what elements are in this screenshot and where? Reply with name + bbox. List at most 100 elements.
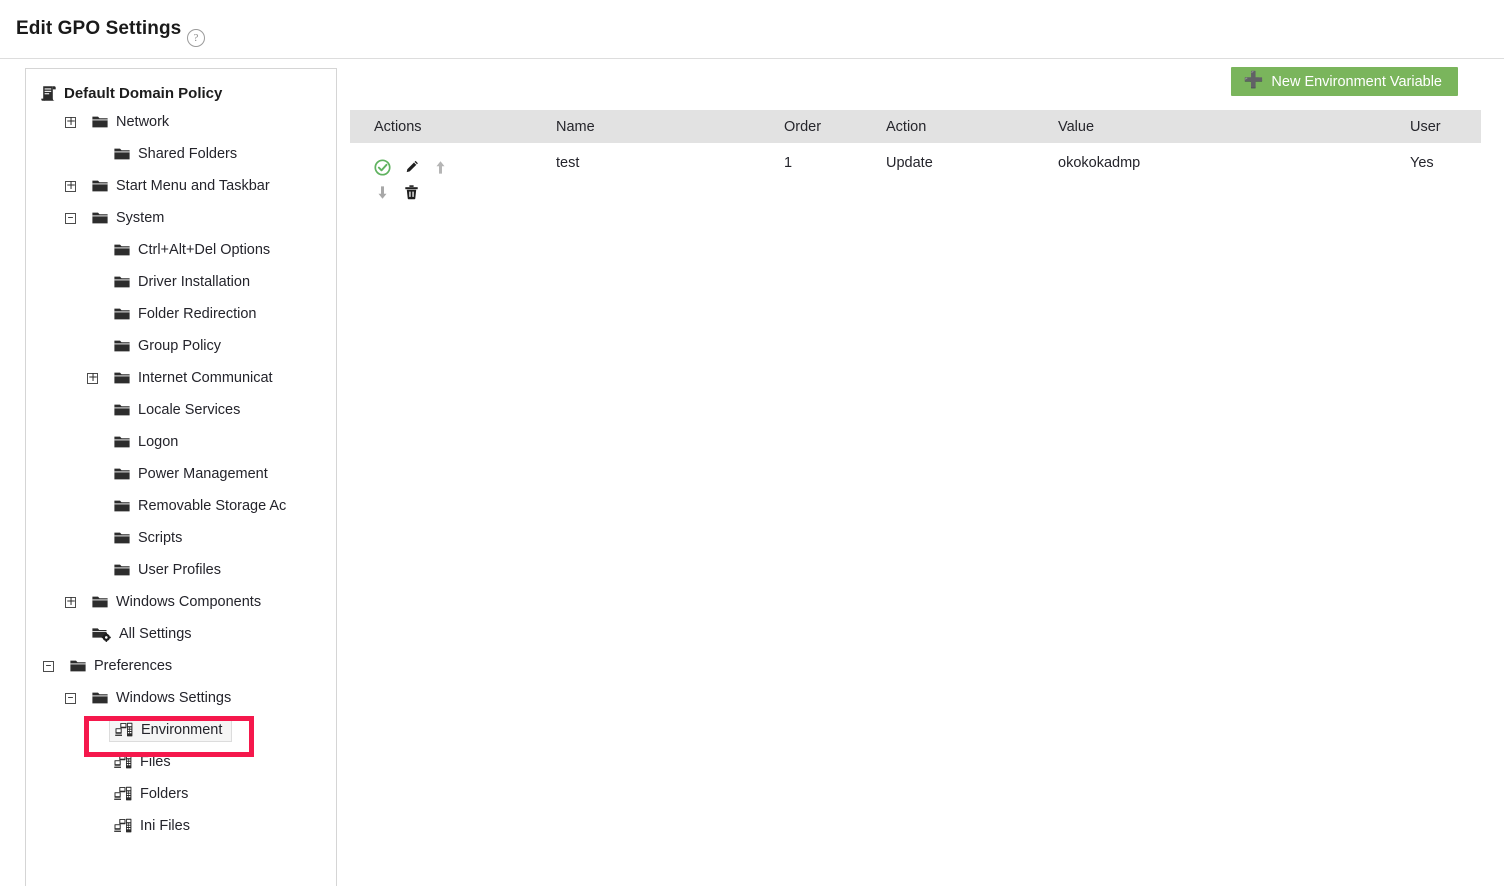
folder-icon xyxy=(114,243,130,257)
help-circle-icon[interactable]: ? xyxy=(187,29,205,47)
tree-item-label: Removable Storage Ac xyxy=(138,498,287,514)
tree-item-scripts[interactable]: Scripts xyxy=(26,522,336,554)
tree-item-driver-installation[interactable]: Driver Installation xyxy=(26,266,336,298)
chevron-collapse-icon[interactable] xyxy=(65,212,76,224)
tree-item-content: Ctrl+Alt+Del Options xyxy=(114,242,270,258)
column-header-order[interactable]: Order xyxy=(760,110,862,143)
main-content: ➕ New Environment Variable Actions Name … xyxy=(350,60,1481,886)
tree-item-system[interactable]: System xyxy=(26,202,336,234)
folder-icon xyxy=(114,275,130,289)
tree-item-folder-redirection[interactable]: Folder Redirection xyxy=(26,298,336,330)
folder-icon xyxy=(114,531,130,545)
tree-item-logon[interactable]: Logon xyxy=(26,426,336,458)
row-actions-cell xyxy=(350,143,532,217)
chevron-expand-icon[interactable] xyxy=(87,372,98,384)
tree-item-content: User Profiles xyxy=(114,562,221,578)
chevron-collapse-icon[interactable] xyxy=(65,692,76,704)
delete-trash-icon[interactable] xyxy=(403,180,432,205)
chevron-collapse-icon[interactable] xyxy=(43,660,54,672)
enable-check-icon[interactable] xyxy=(374,155,403,180)
tree-item-group-policy[interactable]: Group Policy xyxy=(26,330,336,362)
tree-item-label: System xyxy=(116,210,165,226)
tree-item-environment[interactable]: Environment xyxy=(26,714,336,746)
tree-item-label: Windows Settings xyxy=(116,690,232,706)
tree-item-list: Network Shared Folders Start Menu and Task… xyxy=(26,106,336,842)
table-header: Actions Name Order Action Value User xyxy=(350,110,1481,143)
folder-icon xyxy=(92,179,108,193)
tree-item-label: Driver Installation xyxy=(138,274,251,290)
page-header: Edit GPO Settings ? xyxy=(0,0,1504,59)
tree-item-content: Group Policy xyxy=(114,338,221,354)
gpo-tree-panel[interactable]: Default Domain Policy Network Shared Fold… xyxy=(25,68,337,886)
table-row[interactable]: test 1 Update okokokadmp Yes xyxy=(350,143,1481,217)
tree-item-content: Locale Services xyxy=(114,402,240,418)
chevron-expand-icon[interactable] xyxy=(65,116,76,128)
tree-item-ctrl-alt-del-options[interactable]: Ctrl+Alt+Del Options xyxy=(26,234,336,266)
tree-item-power-management[interactable]: Power Management xyxy=(26,458,336,490)
folder-icon xyxy=(92,211,108,225)
folder-icon xyxy=(114,339,130,353)
row-action-icon-group xyxy=(374,155,489,205)
new-environment-variable-button[interactable]: ➕ New Environment Variable xyxy=(1231,67,1458,96)
tree-item-all-settings[interactable]: All Settings xyxy=(26,618,336,650)
column-header-user[interactable]: User xyxy=(1386,110,1481,143)
tree-item-label: Logon xyxy=(138,434,179,450)
tree-item-windows-settings[interactable]: Windows Settings xyxy=(26,682,336,714)
tree-item-label: Ctrl+Alt+Del Options xyxy=(138,242,271,258)
chevron-expand-icon[interactable] xyxy=(65,180,76,192)
folder-icon xyxy=(92,115,108,129)
tree-item-content: Files xyxy=(114,754,171,770)
tree-item-ini-files[interactable]: Ini Files xyxy=(26,810,336,842)
tree-item-content: Ini Files xyxy=(114,818,190,834)
tree-item-content: Scripts xyxy=(114,530,182,546)
tree-item-content: System xyxy=(92,210,164,226)
table-body: test 1 Update okokokadmp Yes xyxy=(350,143,1481,217)
folder-icon xyxy=(92,595,108,609)
computers-icon xyxy=(114,786,132,802)
table-header-row: Actions Name Order Action Value User xyxy=(350,110,1481,143)
move-up-icon[interactable] xyxy=(432,155,461,180)
tree-item-internet-communicat[interactable]: Internet Communicat xyxy=(26,362,336,394)
folder-icon xyxy=(114,307,130,321)
tree-item-label: Windows Components xyxy=(116,594,262,610)
tree-item-label: Start Menu and Taskbar xyxy=(116,178,270,194)
tree-item-shared-folders[interactable]: Shared Folders xyxy=(26,138,336,170)
column-header-action[interactable]: Action xyxy=(862,110,1034,143)
folder-icon xyxy=(114,467,130,481)
column-header-name[interactable]: Name xyxy=(532,110,760,143)
page-title: Edit GPO Settings xyxy=(16,18,182,39)
tree-item-content: All Settings xyxy=(92,626,192,642)
tree-item-removable-storage-ac[interactable]: Removable Storage Ac xyxy=(26,490,336,522)
tree-item-content: Windows Components xyxy=(92,594,261,610)
tree-item-windows-components[interactable]: Windows Components xyxy=(26,586,336,618)
plus-icon: ➕ xyxy=(1243,71,1264,89)
tree-item-folders[interactable]: Folders xyxy=(26,778,336,810)
tree-item-content: Logon xyxy=(114,434,178,450)
folder-icon xyxy=(114,499,130,513)
tree-item-files[interactable]: Files xyxy=(26,746,336,778)
tree-item-preferences[interactable]: Preferences xyxy=(26,650,336,682)
tree-item-label: Folders xyxy=(140,786,189,802)
folder-icon xyxy=(114,563,130,577)
tree-item-label: Shared Folders xyxy=(138,146,238,162)
tree-item-label: Ini Files xyxy=(140,818,190,834)
tree-item-user-profiles[interactable]: User Profiles xyxy=(26,554,336,586)
folder-icon xyxy=(92,691,108,705)
tree-item-content: Folders xyxy=(114,786,188,802)
column-header-actions[interactable]: Actions xyxy=(350,110,532,143)
computers-icon xyxy=(115,722,133,738)
tree-root-default-domain-policy[interactable]: Default Domain Policy xyxy=(26,80,336,106)
cell-user: Yes xyxy=(1386,143,1481,217)
edit-pencil-icon[interactable] xyxy=(403,155,432,180)
chevron-expand-icon[interactable] xyxy=(65,596,76,608)
tree-item-locale-services[interactable]: Locale Services xyxy=(26,394,336,426)
cell-order: 1 xyxy=(760,143,862,217)
tree-item-network[interactable]: Network xyxy=(26,106,336,138)
tree-item-start-menu-and-taskbar[interactable]: Start Menu and Taskbar xyxy=(26,170,336,202)
environment-variables-table: Actions Name Order Action Value User tes… xyxy=(350,110,1481,217)
tree-item-content: Shared Folders xyxy=(114,146,237,162)
column-header-value[interactable]: Value xyxy=(1034,110,1386,143)
move-down-icon[interactable] xyxy=(374,180,403,205)
folder-icon xyxy=(114,371,130,385)
cell-action: Update xyxy=(862,143,1034,217)
